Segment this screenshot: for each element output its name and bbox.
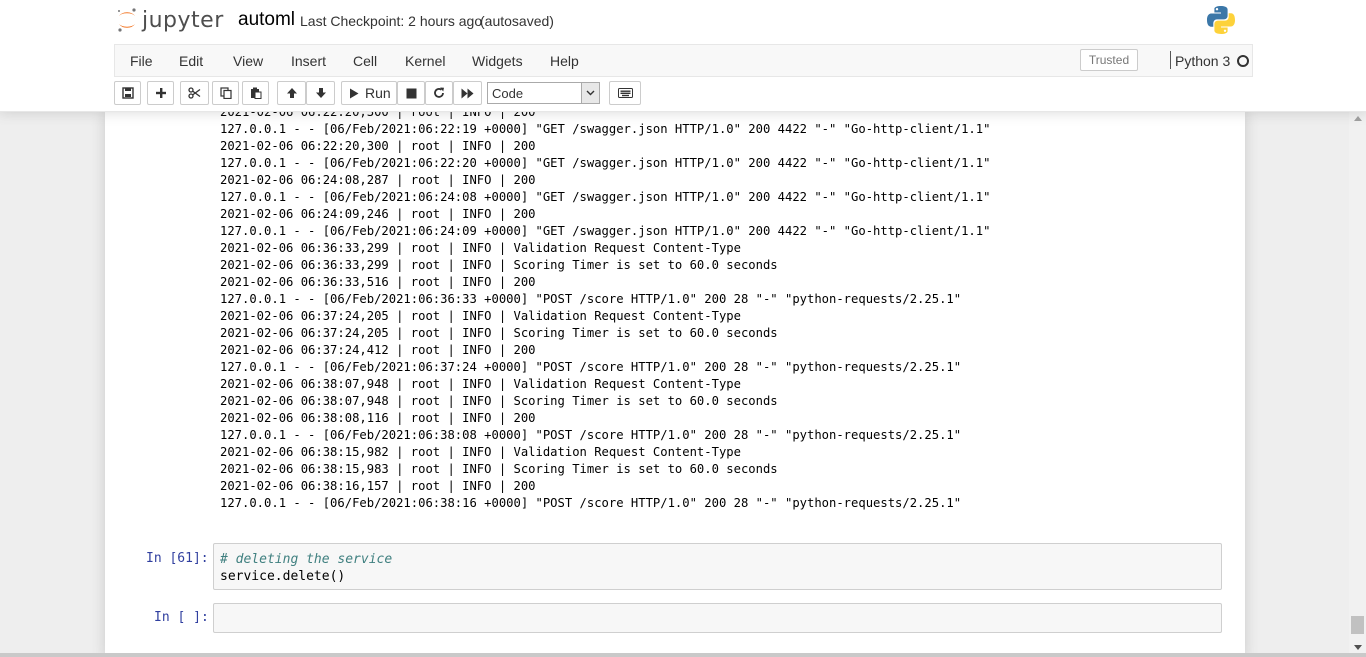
cell-prompt: In [61]: [146, 551, 209, 566]
fast-forward-icon [461, 88, 474, 98]
code-editor[interactable]: # deleting the service service.delete() [220, 551, 392, 585]
cell-output: 2021-02-06 06:22:20,300 | root | INFO | … [220, 111, 990, 512]
cut-button[interactable] [180, 81, 209, 105]
kernel-divider [1170, 51, 1171, 69]
paste-button[interactable] [242, 81, 269, 105]
save-button[interactable] [114, 81, 141, 105]
menu-file[interactable]: File [130, 53, 153, 69]
output-line: 2021-02-06 06:22:20,300 | root | INFO | … [220, 111, 536, 119]
cell-prompt-empty: In [ ]: [154, 610, 209, 625]
cell-type-value: Code [492, 86, 524, 101]
checkpoint-status: Last Checkpoint: 2 hours ago [300, 13, 483, 29]
bottom-edge [0, 653, 1366, 657]
arrow-down-icon [315, 88, 326, 98]
output-line: 2021-02-06 06:22:20,300 | root | INFO | … [220, 139, 536, 153]
output-line: 127.0.0.1 - - [06/Feb/2021:06:38:16 +000… [220, 496, 962, 510]
move-up-button[interactable] [277, 81, 306, 105]
output-line: 2021-02-06 06:38:08,116 | root | INFO | … [220, 411, 536, 425]
restart-button[interactable] [425, 81, 453, 105]
code-line: service.delete() [220, 569, 346, 584]
kernel-idle-indicator-icon [1237, 55, 1249, 67]
code-comment: # deleting the service [220, 552, 393, 567]
trusted-button[interactable]: Trusted [1080, 49, 1138, 71]
run-icon [350, 88, 359, 98]
jupyter-logo-icon [118, 8, 136, 32]
output-line: 127.0.0.1 - - [06/Feb/2021:06:22:19 +000… [220, 122, 991, 136]
code-cell[interactable]: # deleting the service service.delete() [213, 543, 1222, 590]
paste-icon [250, 87, 261, 99]
menu-cell[interactable]: Cell [353, 53, 377, 69]
notebook-container: 2021-02-06 06:22:20,300 | root | INFO | … [105, 111, 1245, 657]
output-line: 2021-02-06 06:36:33,299 | root | INFO | … [220, 241, 741, 255]
output-line: 127.0.0.1 - - [06/Feb/2021:06:24:09 +000… [220, 224, 991, 238]
output-line: 2021-02-06 06:24:09,246 | root | INFO | … [220, 207, 536, 221]
run-button[interactable]: Run [341, 81, 397, 105]
copy-icon [219, 87, 232, 99]
output-line: 127.0.0.1 - - [06/Feb/2021:06:37:24 +000… [220, 360, 962, 374]
output-line: 2021-02-06 06:38:15,982 | root | INFO | … [220, 445, 741, 459]
cut-icon [188, 87, 201, 99]
keyboard-icon [617, 88, 633, 98]
command-palette-button[interactable] [609, 81, 641, 105]
output-line: 2021-02-06 06:37:24,412 | root | INFO | … [220, 343, 536, 357]
interrupt-button[interactable] [397, 81, 425, 105]
output-line: 2021-02-06 06:36:33,299 | root | INFO | … [220, 258, 778, 272]
menu-kernel[interactable]: Kernel [405, 53, 445, 69]
output-line: 127.0.0.1 - - [06/Feb/2021:06:36:33 +000… [220, 292, 962, 306]
menu-widgets[interactable]: Widgets [472, 53, 523, 69]
vertical-scrollbar[interactable] [1349, 111, 1366, 657]
menu-insert[interactable]: Insert [291, 53, 326, 69]
output-line: 2021-02-06 06:36:33,516 | root | INFO | … [220, 275, 536, 289]
python-logo-icon [1207, 6, 1235, 34]
chevron-down-icon [581, 83, 599, 103]
menu-view[interactable]: View [233, 53, 263, 69]
scroll-up-arrow-icon[interactable] [1354, 116, 1362, 121]
stop-icon [406, 88, 416, 98]
output-line: 2021-02-06 06:37:24,205 | root | INFO | … [220, 326, 778, 340]
output-line: 2021-02-06 06:38:07,948 | root | INFO | … [220, 394, 778, 408]
save-icon [121, 87, 134, 99]
restart-icon [434, 87, 444, 98]
output-line: 127.0.0.1 - - [06/Feb/2021:06:24:08 +000… [220, 190, 991, 204]
insert-cell-button[interactable] [147, 81, 174, 105]
move-down-button[interactable] [306, 81, 335, 105]
plus-icon [155, 88, 166, 98]
menu-help[interactable]: Help [550, 53, 579, 69]
menu-edit[interactable]: Edit [179, 53, 203, 69]
output-line: 127.0.0.1 - - [06/Feb/2021:06:38:08 +000… [220, 428, 962, 442]
output-line: 2021-02-06 06:38:15,983 | root | INFO | … [220, 462, 778, 476]
empty-code-cell[interactable] [213, 603, 1222, 633]
scrollbar-thumb[interactable] [1351, 616, 1364, 634]
copy-button[interactable] [212, 81, 239, 105]
menubar: File Edit View Insert Cell Kernel Widget… [114, 44, 1253, 77]
arrow-up-icon [286, 88, 297, 98]
cell-type-select[interactable]: Code [487, 82, 600, 104]
output-line: 127.0.0.1 - - [06/Feb/2021:06:22:20 +000… [220, 156, 991, 170]
notebook-header: jupyter automl Last Checkpoint: 2 hours … [0, 0, 1366, 112]
jupyter-logo[interactable]: jupyter [116, 5, 224, 35]
output-line: 2021-02-06 06:37:24,205 | root | INFO | … [220, 309, 741, 323]
output-line: 2021-02-06 06:38:07,948 | root | INFO | … [220, 377, 741, 391]
restart-run-all-button[interactable] [453, 81, 482, 105]
toolbar: Run Code [114, 81, 654, 107]
jupyter-logo-text: jupyter [142, 7, 224, 33]
run-label: Run [365, 85, 391, 101]
scroll-down-arrow-icon[interactable] [1354, 645, 1362, 650]
notebook-name[interactable]: automl [238, 9, 295, 31]
output-line: 2021-02-06 06:24:08,287 | root | INFO | … [220, 173, 536, 187]
output-line: 2021-02-06 06:38:16,157 | root | INFO | … [220, 479, 536, 493]
autosave-status: (autosaved) [480, 13, 554, 29]
kernel-name[interactable]: Python 3 [1175, 53, 1230, 69]
